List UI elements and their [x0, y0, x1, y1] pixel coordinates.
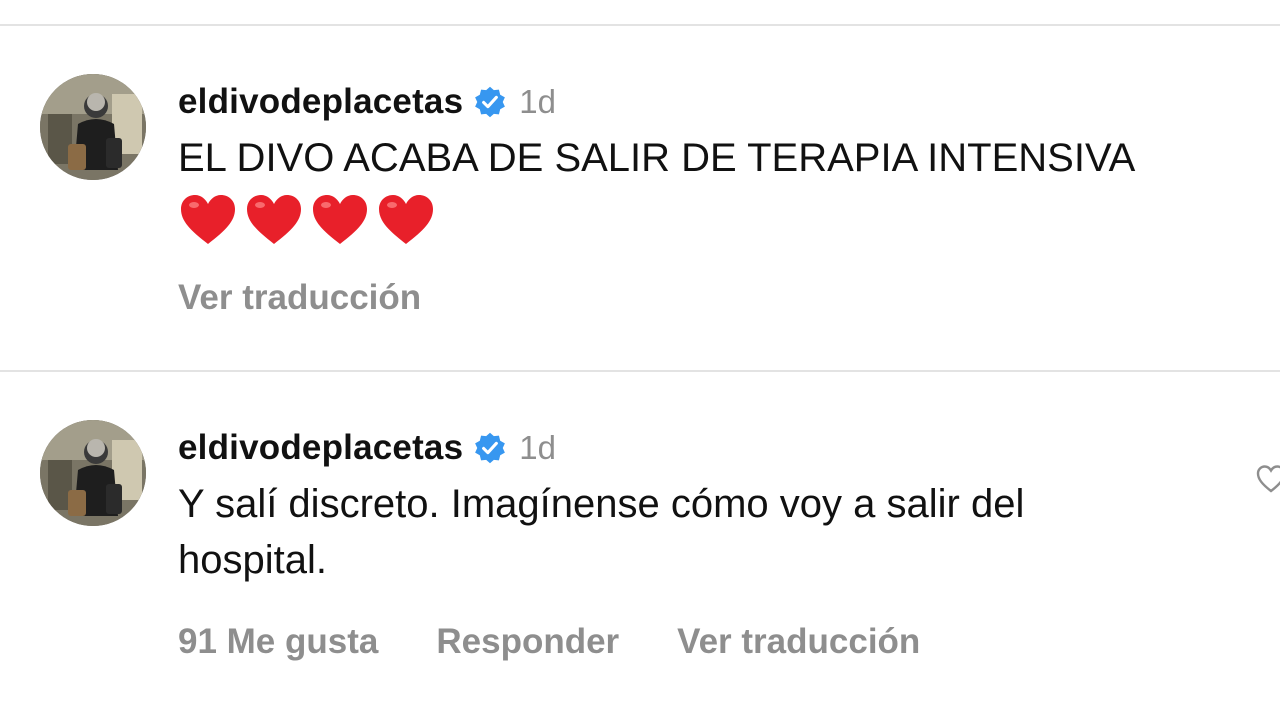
avatar[interactable] — [40, 74, 146, 180]
red-heart-emoji — [247, 195, 301, 244]
comments-screen: eldivodeplacetas 1d EL DIVO ACABA DE SAL… — [0, 0, 1280, 720]
comment-meta: eldivodeplacetas 1d — [178, 74, 1268, 130]
username[interactable]: eldivodeplacetas — [178, 428, 463, 468]
comment-meta: eldivodeplacetas 1d — [178, 420, 1268, 476]
comment-text: Y salí discreto. Imagínense cómo voy a s… — [178, 482, 1025, 582]
comment-divider — [0, 370, 1280, 372]
avatar[interactable] — [40, 420, 146, 526]
avatar-photo — [40, 420, 146, 526]
heart-outline-icon[interactable] — [1256, 464, 1280, 494]
timestamp: 1d — [519, 83, 556, 120]
comment-actions: 91 Me gusta Responder Ver traducción — [178, 622, 1268, 662]
timestamp: 1d — [519, 429, 556, 466]
top-divider — [0, 24, 1280, 26]
red-heart-emoji — [181, 195, 235, 244]
avatar-photo — [40, 74, 146, 180]
comment-body: eldivodeplacetas 1d EL DIVO ACABA DE SAL… — [178, 74, 1268, 318]
username[interactable]: eldivodeplacetas — [178, 82, 463, 122]
red-heart-emoji — [379, 195, 433, 244]
comment-text: EL DIVO ACABA DE SALIR DE TERAPIA INTENS… — [178, 136, 1136, 180]
comment-actions: Ver traducción — [178, 278, 1268, 318]
verified-badge-icon — [475, 432, 506, 464]
verified-badge-icon — [475, 86, 506, 118]
heart-emojis — [178, 190, 1268, 250]
see-translation-button[interactable]: Ver traducción — [677, 622, 920, 662]
see-translation-button[interactable]: Ver traducción — [178, 278, 421, 318]
reply-button[interactable]: Responder — [436, 622, 619, 662]
comment-body: eldivodeplacetas 1d Y salí discreto. Ima… — [178, 420, 1268, 662]
likes-count-button[interactable]: 91 Me gusta — [178, 622, 378, 662]
red-heart-emoji — [313, 195, 367, 244]
